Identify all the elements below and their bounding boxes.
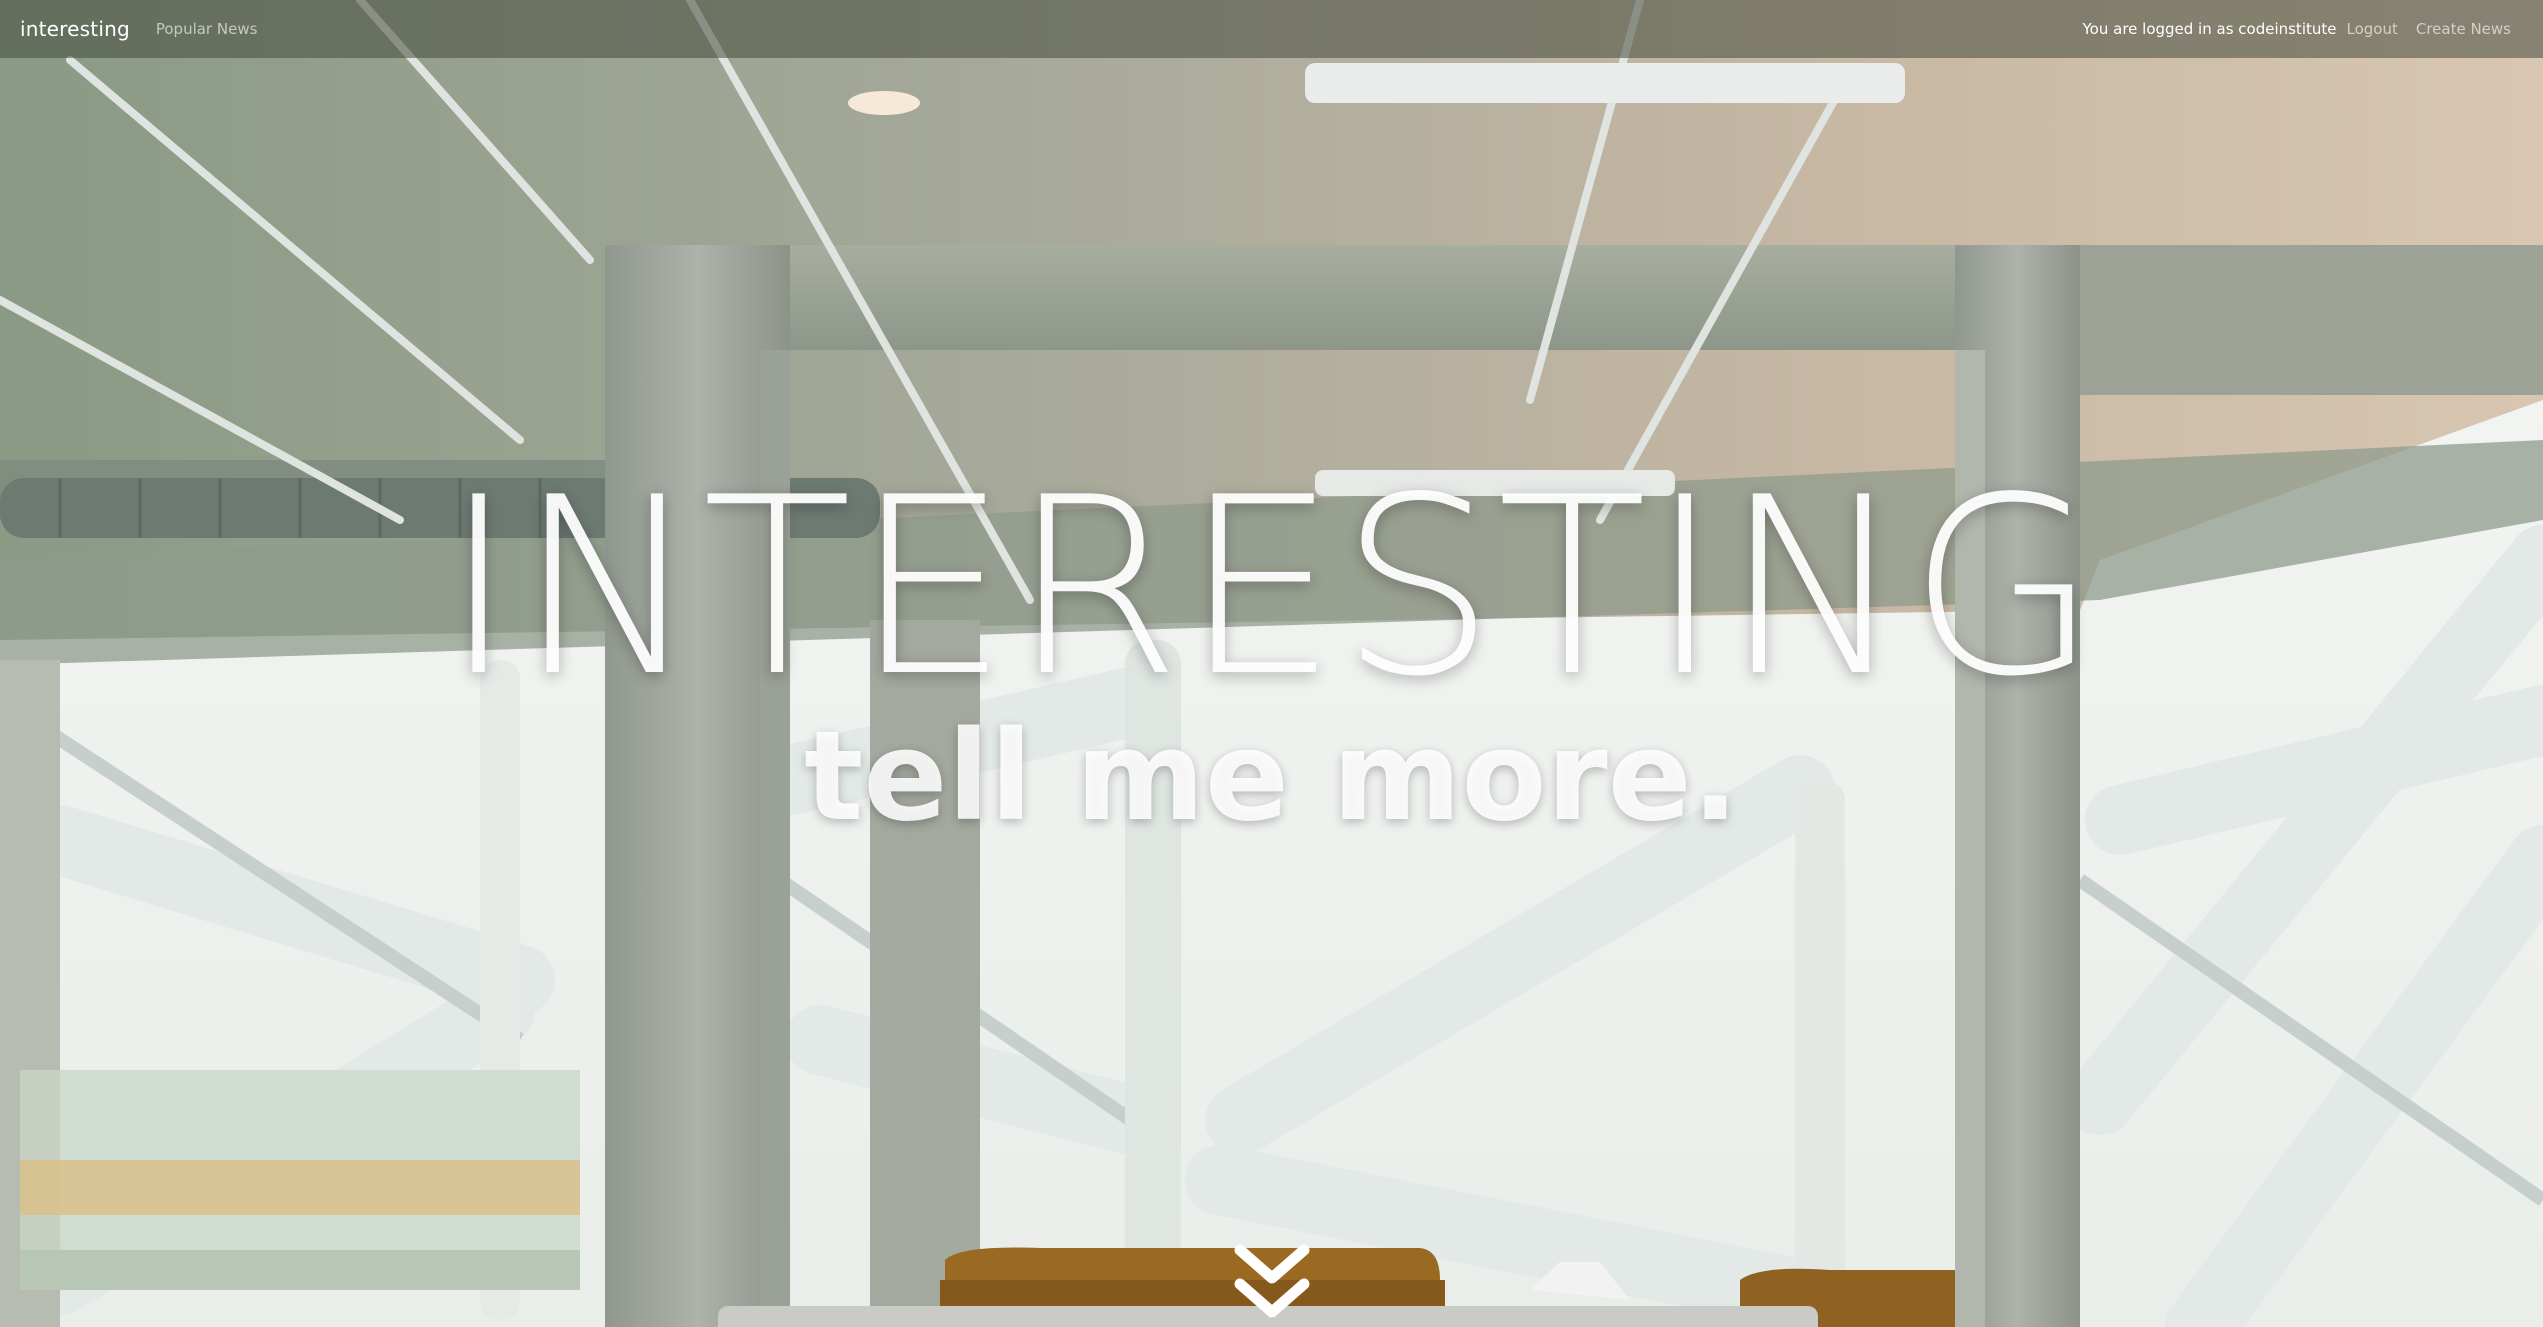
nav-link-logout[interactable]: Logout xyxy=(2346,20,2397,38)
hero-subheading: tell me more. xyxy=(804,705,1739,849)
nav-link-create-news[interactable]: Create News xyxy=(2416,20,2511,38)
brand-logo-link[interactable]: interesting xyxy=(20,17,130,41)
top-navbar: interesting Popular News You are logged … xyxy=(0,0,2543,58)
nav-link-popular-news[interactable]: Popular News xyxy=(156,20,258,38)
double-chevron-down-icon xyxy=(1234,1244,1310,1318)
login-status-text: You are logged in as codeinstitute xyxy=(2082,20,2337,38)
page: interesting Popular News You are logged … xyxy=(0,0,2543,1327)
scroll-down-button[interactable] xyxy=(1234,1244,1310,1322)
navbar-user-area: You are logged in as codeinstitute Logou… xyxy=(2083,20,2512,38)
hero-heading: INTERESTING xyxy=(442,445,2101,730)
